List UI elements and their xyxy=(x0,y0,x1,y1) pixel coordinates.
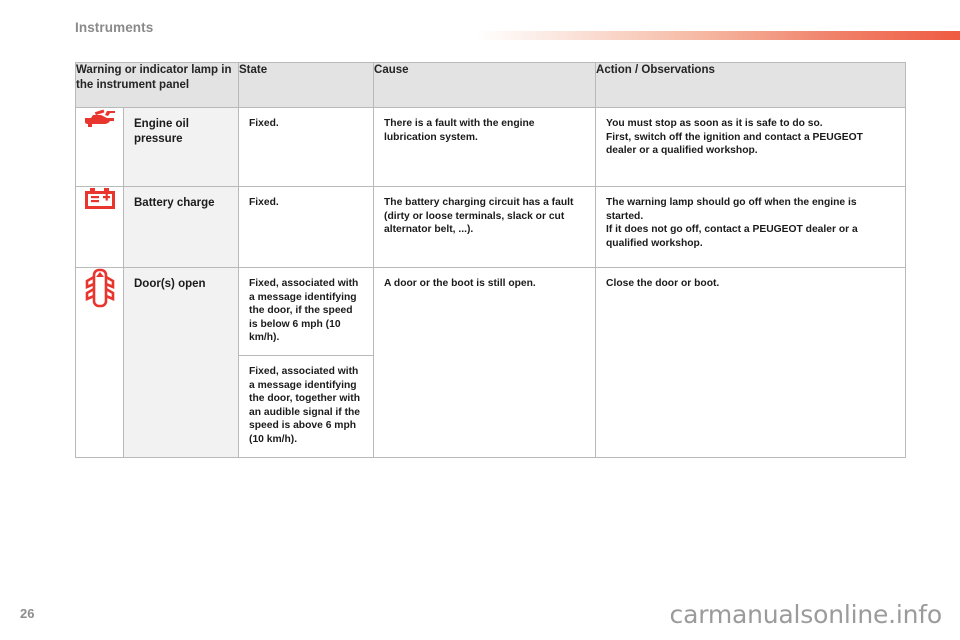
lamp-name: Battery charge xyxy=(134,197,215,209)
lamp-icon-cell xyxy=(75,107,124,187)
column-header-action: Action / Observations xyxy=(595,62,907,108)
state-cell: Fixed. xyxy=(238,107,375,187)
state-cell: Fixed. xyxy=(238,186,375,268)
lamp-icon-cell xyxy=(75,267,124,458)
action-line: The warning lamp should go off when the … xyxy=(606,197,857,222)
state-cell: Fixed, associated with a message identif… xyxy=(238,267,375,356)
state-cell: Fixed, associated with a message identif… xyxy=(238,354,375,458)
cause-cell: A door or the boot is still open. xyxy=(373,267,597,458)
chapter-title: Instruments xyxy=(75,20,154,35)
lamp-name: Door(s) open xyxy=(134,278,206,290)
battery-icon xyxy=(84,188,115,209)
action-line: You must stop as soon as it is safe to d… xyxy=(606,118,823,129)
state-text: Fixed. xyxy=(249,118,279,129)
column-header-cause: Cause xyxy=(373,62,597,108)
state-text: Fixed, associated with a message identif… xyxy=(249,278,359,344)
action-text: The warning lamp should go off when the … xyxy=(596,187,905,260)
cause-cell: The battery charging circuit has a fault… xyxy=(373,186,597,268)
state-text: Fixed. xyxy=(249,197,279,208)
oil-can-icon xyxy=(84,109,115,127)
table-row: Engine oil pressure Fixed. There is a fa… xyxy=(75,107,907,187)
action-text: Close the door or boot. xyxy=(596,268,905,301)
lamp-icon-cell xyxy=(75,186,124,268)
action-line: First, switch off the ignition and conta… xyxy=(606,131,863,157)
column-header-lamp: Warning or indicator lamp in the instrum… xyxy=(74,62,240,108)
cause-text: The battery charging circuit has a fault… xyxy=(384,197,574,236)
table-row: Door(s) open Fixed, associated with a me… xyxy=(75,267,907,458)
site-watermark: carmanualsonline.info xyxy=(669,600,943,629)
warning-lamp-table: Warning or indicator lamp in the instrum… xyxy=(74,62,907,458)
lamp-name-cell: Battery charge xyxy=(122,186,240,268)
action-cell: The warning lamp should go off when the … xyxy=(595,186,907,268)
lamp-name-cell: Door(s) open xyxy=(122,267,240,458)
action-text: You must stop as soon as it is safe to d… xyxy=(596,108,905,168)
table-header-row: Warning or indicator lamp in the instrum… xyxy=(74,62,907,108)
table-body: Engine oil pressure Fixed. There is a fa… xyxy=(75,107,907,458)
page-header: Instruments xyxy=(0,0,960,46)
page-number: 26 xyxy=(20,606,35,621)
cause-text: A door or the boot is still open. xyxy=(384,278,536,289)
lamp-name-cell: Engine oil pressure xyxy=(122,107,240,187)
table-header: Warning or indicator lamp in the instrum… xyxy=(74,62,907,108)
header-gradient-rule xyxy=(477,31,960,40)
cause-text: There is a fault with the engine lubrica… xyxy=(384,118,535,143)
action-cell: Close the door or boot. xyxy=(595,267,907,458)
state-text: Fixed, associated with a message identif… xyxy=(249,365,361,445)
action-line: Close the door or boot. xyxy=(606,278,720,289)
doors-open-icon xyxy=(85,268,114,308)
action-line: If it does not go off, contact a PEUGEOT… xyxy=(606,224,858,249)
action-cell: You must stop as soon as it is safe to d… xyxy=(595,107,907,187)
lamp-name: Engine oil pressure xyxy=(134,118,189,145)
cause-cell: There is a fault with the engine lubrica… xyxy=(373,107,597,187)
table-row: Battery charge Fixed. The battery chargi… xyxy=(75,186,907,268)
column-header-state: State xyxy=(238,62,375,108)
